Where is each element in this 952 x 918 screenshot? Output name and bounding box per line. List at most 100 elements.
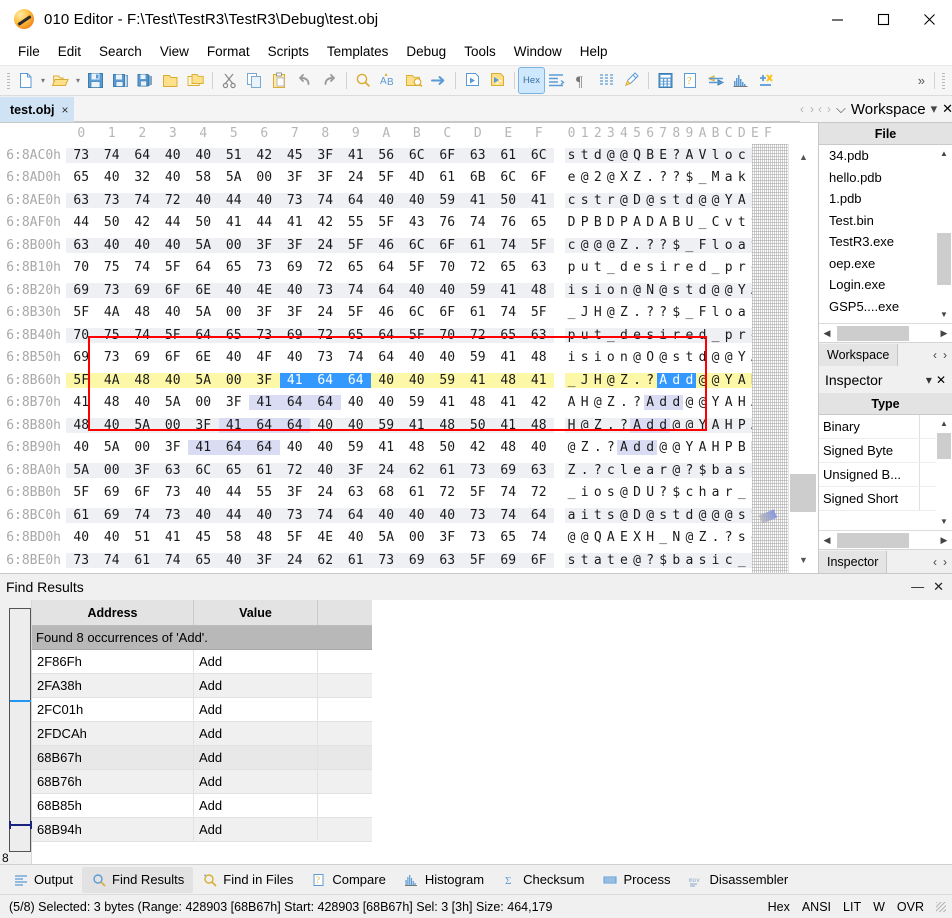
hex-byte[interactable]: 6F: [523, 552, 554, 568]
hex-byte[interactable]: 59: [432, 372, 463, 388]
hex-byte[interactable]: 41: [249, 395, 280, 411]
hex-byte[interactable]: 64: [127, 147, 158, 163]
save-as-icon[interactable]: [108, 68, 133, 93]
hex-byte[interactable]: 40: [401, 372, 432, 388]
workspace-file-item[interactable]: 1.pdb: [829, 188, 952, 210]
hex-row[interactable]: 6:8B40h 70 75 74 5F 64 65 73 69 72 65 64 5F 70 72 65 63 p…: [0, 324, 818, 347]
hex-byte[interactable]: 74: [310, 507, 341, 523]
tab-next-icon[interactable]: ›: [810, 102, 814, 116]
hex-row[interactable]: 6:8B10h 70 75 74 5F 64 65 73 69 72 65 64 5F 70 72 65 63 p…: [0, 257, 818, 280]
hex-byte[interactable]: 40: [310, 462, 341, 478]
hex-byte[interactable]: 5A: [219, 170, 250, 185]
hex-row[interactable]: 6:8BC0h 61 69 74 73 40 44 40 73 74 64 40 40 40 73 74 64 a…: [0, 504, 818, 527]
hex-byte[interactable]: 40: [96, 237, 127, 253]
hex-byte[interactable]: 46: [371, 305, 402, 320]
scroll-up-icon[interactable]: ▲: [936, 145, 952, 162]
bottom-tab-process[interactable]: Process: [594, 867, 680, 893]
hex-byte[interactable]: 72: [310, 327, 341, 343]
hex-ascii[interactable]: Z.?clear@?$basic: [565, 462, 775, 478]
hex-byte[interactable]: 50: [97, 215, 128, 230]
hex-byte[interactable]: 42: [127, 215, 158, 230]
hex-row[interactable]: 6:8AF0h 44 50 42 44 50 41 44 41 42 55 5F 43 76 74 76 65 D…: [0, 212, 818, 235]
hex-byte[interactable]: 73: [310, 350, 341, 365]
cut-icon[interactable]: [217, 68, 242, 93]
hex-byte[interactable]: 3F: [158, 440, 189, 455]
hex-byte[interactable]: 6F: [432, 305, 463, 320]
find-result-row[interactable]: 2FA38h Add: [32, 674, 372, 698]
hex-byte[interactable]: 3F: [127, 462, 158, 478]
checksum-icon[interactable]: ?: [678, 68, 703, 93]
menu-item-help[interactable]: Help: [571, 41, 617, 62]
save-all-icon[interactable]: [133, 68, 158, 93]
hex-byte[interactable]: 43: [402, 215, 433, 230]
hex-byte[interactable]: 40: [401, 282, 432, 298]
hex-byte[interactable]: 40: [219, 350, 250, 365]
hex-byte[interactable]: 73: [279, 192, 310, 208]
hex-row[interactable]: 6:8B80h 48 40 5A 00 3F 41 64 64 40 40 59 41 48 50 41 48 H…: [0, 414, 818, 437]
hex-byte[interactable]: 6F: [158, 350, 189, 365]
hex-byte[interactable]: 00: [188, 395, 219, 410]
hex-row[interactable]: 6:8B30h 5F 4A 48 40 5A 00 3F 3F 24 5F 46 6C 6F 61 74 5F _…: [0, 302, 818, 325]
hex-byte[interactable]: 40: [432, 507, 463, 523]
workspace-file-grid[interactable]: File 34.pdb hello.pdb 1.pdb Test.bin TestR3.…: [819, 123, 952, 323]
hex-byte[interactable]: 41: [218, 417, 249, 433]
hex-byte[interactable]: 73: [249, 327, 280, 343]
hex-byte[interactable]: 6C: [401, 237, 432, 253]
scroll-left-icon[interactable]: ◀: [819, 535, 835, 546]
dock-tab-prev-icon[interactable]: ‹: [933, 555, 937, 569]
hex-byte[interactable]: 41: [66, 395, 97, 410]
bottom-tab-find-results[interactable]: Find Results: [82, 866, 194, 893]
hex-byte[interactable]: 62: [401, 462, 432, 478]
hex-vertical-scrollbar[interactable]: ▲ ▼: [788, 144, 818, 573]
find-icon[interactable]: [351, 68, 376, 93]
workspace-scroll-thumb[interactable]: [937, 233, 951, 285]
hex-byte[interactable]: 62: [310, 552, 341, 568]
hex-ascii[interactable]: ision@N@std@@YAH: [565, 282, 775, 298]
hex-byte[interactable]: 41: [493, 350, 524, 365]
hex-byte[interactable]: 64: [371, 260, 402, 275]
scroll-down-icon[interactable]: ▼: [936, 306, 952, 323]
hex-byte[interactable]: 65: [341, 260, 372, 275]
hex-byte[interactable]: 74: [157, 552, 188, 568]
calculator-icon[interactable]: [653, 68, 678, 93]
hex-byte[interactable]: 24: [310, 305, 341, 320]
workspace-hscroll-thumb[interactable]: [837, 326, 909, 341]
bottom-tab-compare[interactable]: ? Compare: [302, 867, 394, 893]
copy-icon[interactable]: [242, 68, 267, 93]
hex-byte[interactable]: 5A: [97, 440, 128, 455]
hex-byte[interactable]: 59: [341, 440, 372, 455]
hex-byte[interactable]: 40: [371, 372, 402, 388]
paste-icon[interactable]: [267, 68, 292, 93]
hex-byte[interactable]: 24: [310, 485, 341, 500]
hex-byte[interactable]: 40: [127, 237, 158, 253]
hex-byte[interactable]: 69: [127, 282, 158, 298]
hex-byte[interactable]: 63: [523, 327, 554, 343]
hex-byte[interactable]: 44: [218, 507, 249, 523]
hex-byte[interactable]: 74: [127, 507, 158, 523]
hex-byte[interactable]: 72: [462, 327, 493, 343]
scroll-right-icon[interactable]: ▶: [936, 328, 952, 339]
hex-byte[interactable]: 63: [432, 552, 463, 568]
hex-byte[interactable]: 40: [218, 282, 249, 298]
hex-row[interactable]: 6:8BB0h 5F 69 6F 73 40 44 55 3F 24 63 68 61 72 5F 74 72 _…: [0, 482, 818, 505]
find-result-row[interactable]: 2F86Fh Add: [32, 650, 372, 674]
hex-byte[interactable]: 69: [280, 260, 311, 275]
hex-byte[interactable]: 61: [462, 237, 493, 253]
hex-byte[interactable]: 41: [493, 395, 524, 410]
find-results-gutter[interactable]: [0, 600, 32, 864]
hex-byte[interactable]: 5F: [340, 237, 371, 253]
compare-icon[interactable]: [703, 68, 728, 93]
hex-byte[interactable]: 5A: [158, 395, 189, 410]
hex-byte[interactable]: 3F: [280, 485, 311, 500]
hex-byte[interactable]: 74: [493, 485, 524, 500]
find-result-row[interactable]: 68B85h Add: [32, 794, 372, 818]
hex-byte[interactable]: 63: [523, 462, 554, 478]
hex-byte[interactable]: 63: [524, 260, 555, 275]
open-directory-icon[interactable]: [158, 68, 183, 93]
menu-item-tools[interactable]: Tools: [455, 41, 505, 62]
workspace-file-item[interactable]: 34.pdb: [829, 145, 952, 167]
hex-byte[interactable]: 69: [279, 327, 310, 343]
hex-byte[interactable]: 74: [493, 237, 524, 253]
hex-byte[interactable]: 64: [310, 395, 341, 411]
scroll-down-icon[interactable]: ▼: [936, 513, 952, 530]
